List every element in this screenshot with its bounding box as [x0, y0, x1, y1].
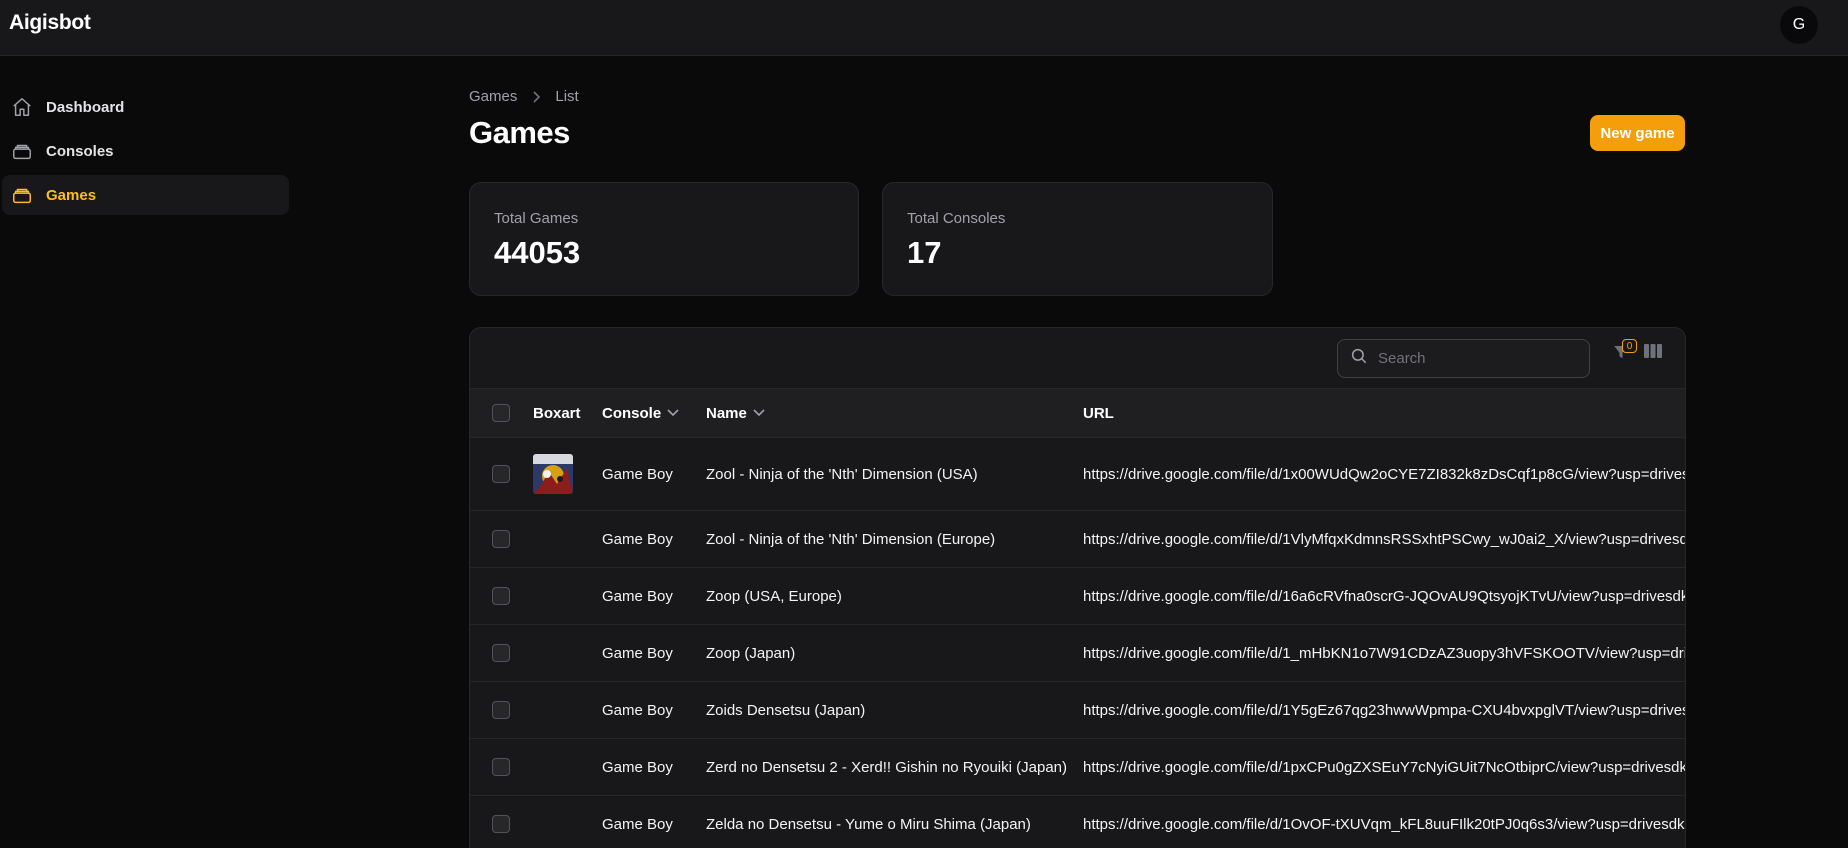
sidebar-item-label: Games: [46, 186, 97, 204]
table-row[interactable]: Game Boy Zoop (USA, Europe) https://drive.…: [470, 568, 1685, 625]
name-cell: Zerd no Densetsu 2 - Xerd!! Gishin no Ry…: [706, 758, 1068, 776]
breadcrumb: Games List: [469, 88, 579, 105]
row-checkbox[interactable]: [492, 625, 510, 681]
chevron-down-icon: [667, 409, 679, 417]
console-cell: Game Boy: [602, 644, 673, 662]
stat-card-total-consoles: Total Consoles 17: [882, 182, 1273, 296]
console-cell: Game Boy: [602, 815, 673, 833]
stat-label: Total Games: [494, 210, 579, 227]
name-cell: Zoids Densetsu (Japan): [706, 701, 866, 719]
brand-logo[interactable]: Aigisbot: [9, 11, 91, 35]
sidebar-item-consoles[interactable]: Consoles: [2, 131, 289, 171]
url-cell[interactable]: https://drive.google.com/file/d/1x00WUdQ…: [1083, 438, 1685, 510]
console-cell: Game Boy: [602, 758, 673, 776]
user-avatar[interactable]: G: [1780, 6, 1818, 44]
table-row[interactable]: Game Boy Zerd no Densetsu 2 - Xerd!! Gish…: [470, 739, 1685, 796]
name-cell: Zool - Ninja of the 'Nth' Dimension (Eur…: [706, 530, 996, 548]
stat-value: 44053: [494, 235, 581, 270]
sidebar-item-label: Consoles: [46, 142, 114, 160]
table-row[interactable]: Game Boy Zelda no Densetsu - Yume o Miru …: [470, 796, 1685, 848]
stat-card-total-games: Total Games 44053: [469, 182, 859, 296]
new-game-button[interactable]: New game: [1590, 115, 1685, 151]
stat-label: Total Consoles: [907, 210, 1006, 227]
row-checkbox[interactable]: [492, 438, 510, 510]
url-cell[interactable]: https://drive.google.com/file/d/1Y5gEz67…: [1083, 682, 1685, 738]
url-cell[interactable]: https://drive.google.com/file/d/1pxCPu0g…: [1083, 739, 1685, 795]
search-input[interactable]: [1378, 350, 1578, 367]
row-checkbox[interactable]: [492, 739, 510, 795]
column-header-boxart: Boxart: [533, 404, 581, 422]
column-header-label: Console: [602, 404, 662, 422]
breadcrumb-list: List: [555, 88, 579, 105]
name-cell: Zelda no Densetsu - Yume o Miru Shima (J…: [706, 815, 1031, 833]
column-header-label: Name: [706, 404, 747, 422]
column-header-url: URL: [1083, 404, 1114, 422]
games-table: 0 Boxart Console Name URL Game Boy Zool -…: [469, 327, 1686, 848]
console-cell: Game Boy: [602, 701, 673, 719]
table-row[interactable]: Game Boy Zool - Ninja of the 'Nth' Dimens…: [470, 511, 1685, 568]
chevron-down-icon: [753, 409, 765, 417]
columns-icon: [1644, 343, 1662, 364]
filter-count-badge: 0: [1622, 339, 1637, 353]
sidebar-item-dashboard[interactable]: Dashboard: [2, 87, 289, 127]
breadcrumb-games[interactable]: Games: [469, 88, 517, 105]
boxart-thumbnail: [533, 438, 573, 510]
name-cell: Zoop (USA, Europe): [706, 587, 842, 605]
console-cell: Game Boy: [602, 587, 673, 605]
row-checkbox[interactable]: [492, 796, 510, 848]
url-cell[interactable]: https://drive.google.com/file/d/16a6cRVf…: [1083, 568, 1685, 624]
row-checkbox[interactable]: [492, 682, 510, 738]
select-all-checkbox[interactable]: [492, 389, 510, 437]
row-checkbox[interactable]: [492, 568, 510, 624]
url-cell[interactable]: https://drive.google.com/file/d/1_mHbKN1…: [1083, 625, 1685, 681]
top-bar: Aigisbot G: [0, 0, 1848, 56]
column-header-name[interactable]: Name: [706, 389, 765, 437]
console-cell: Game Boy: [602, 465, 673, 483]
table-row[interactable]: Game Boy Zoids Densetsu (Japan) https://dr…: [470, 682, 1685, 739]
search-icon: [1350, 347, 1368, 370]
stat-value: 17: [907, 235, 942, 270]
chevron-right-icon: [531, 90, 541, 103]
home-icon: [10, 95, 34, 119]
sidebar-item-label: Dashboard: [46, 98, 125, 116]
table-row[interactable]: Game Boy Zoop (Japan) https://drive.google…: [470, 625, 1685, 682]
url-cell[interactable]: https://drive.google.com/file/d/1VlyMfqx…: [1083, 511, 1685, 567]
name-cell: Zoop (Japan): [706, 644, 796, 662]
name-cell: Zool - Ninja of the 'Nth' Dimension (USA…: [706, 465, 978, 483]
stack-icon: [10, 183, 34, 207]
column-header-console[interactable]: Console: [602, 389, 679, 437]
page-title: Games: [469, 115, 570, 150]
url-cell[interactable]: https://drive.google.com/file/d/1OvOF-tX…: [1083, 796, 1685, 848]
search-box: [1337, 339, 1590, 378]
row-checkbox[interactable]: [492, 511, 510, 567]
table-row[interactable]: Game Boy Zool - Ninja of the 'Nth' Dimens…: [470, 438, 1685, 511]
stack-icon: [10, 139, 34, 163]
columns-button[interactable]: [1642, 342, 1664, 364]
sidebar-item-games[interactable]: Games: [2, 175, 289, 215]
console-cell: Game Boy: [602, 530, 673, 548]
table-header: Boxart Console Name URL: [470, 388, 1685, 438]
